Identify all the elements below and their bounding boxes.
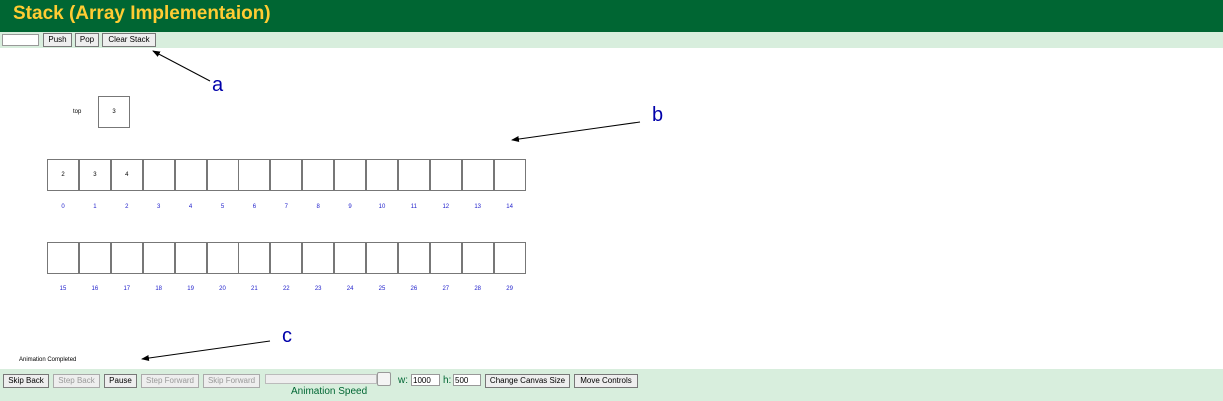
header-bar: Stack (Array Implementaion) bbox=[0, 0, 1223, 32]
page-title: Stack (Array Implementaion) bbox=[13, 3, 271, 24]
step-forward-button[interactable]: Step Forward bbox=[141, 374, 199, 388]
array-index-label: 18 bbox=[155, 286, 163, 292]
array-index-label: 20 bbox=[219, 286, 226, 292]
array-cell bbox=[366, 242, 398, 274]
pause-button[interactable]: Pause bbox=[104, 374, 137, 388]
array-cell bbox=[334, 242, 367, 274]
array-index-label: 25 bbox=[378, 286, 386, 292]
array-cell bbox=[238, 242, 271, 274]
array-index-label: 23 bbox=[314, 286, 322, 292]
array-index-label: 19 bbox=[187, 286, 194, 292]
height-label: h: bbox=[443, 375, 452, 386]
change-canvas-size-button[interactable]: Change Canvas Size bbox=[485, 374, 570, 388]
top-label: top bbox=[73, 109, 82, 115]
step-back-button[interactable]: Step Back bbox=[53, 374, 100, 388]
pop-button[interactable]: Pop bbox=[75, 33, 99, 47]
array-cell bbox=[429, 242, 462, 274]
array-cell bbox=[174, 159, 207, 191]
array-index-label: 13 bbox=[474, 204, 482, 210]
array-index-label: 1 bbox=[93, 204, 97, 210]
array-cell bbox=[270, 242, 303, 274]
array-cell: 4 bbox=[110, 159, 143, 191]
array-index-label: 22 bbox=[282, 286, 290, 292]
array-cell: 2 bbox=[47, 159, 79, 191]
canvas-width-input[interactable] bbox=[411, 374, 440, 386]
array-cell bbox=[174, 242, 207, 274]
array-cell bbox=[302, 242, 335, 274]
algorithm-toolbar: Push Pop Clear Stack bbox=[0, 32, 1223, 48]
array-cell bbox=[47, 242, 79, 274]
status-text: Animation Completed bbox=[19, 357, 77, 363]
array-index-label: 2 bbox=[125, 204, 129, 210]
animation-speed-label: Animation Speed bbox=[291, 386, 368, 397]
array-index-label: 29 bbox=[506, 286, 513, 292]
array-index-label: 9 bbox=[348, 204, 352, 210]
array-cell bbox=[238, 159, 271, 191]
array-index-label: 15 bbox=[59, 286, 67, 292]
array-cell bbox=[110, 242, 143, 274]
array-index-label: 6 bbox=[252, 204, 257, 210]
array-cell bbox=[429, 159, 462, 191]
skip-back-button[interactable]: Skip Back bbox=[3, 374, 49, 388]
array-index-label: 24 bbox=[346, 286, 354, 292]
skip-forward-button[interactable]: Skip Forward bbox=[203, 374, 260, 388]
animation-controls: Skip Back Step Back Pause Step Forward S… bbox=[0, 369, 1223, 401]
array-cell bbox=[270, 159, 303, 191]
array-cell bbox=[142, 242, 175, 274]
array-cell bbox=[302, 159, 335, 191]
array-cell bbox=[493, 242, 526, 274]
array-cell bbox=[334, 159, 367, 191]
array-index-label: 0 bbox=[61, 204, 65, 210]
array-index-label: 16 bbox=[91, 286, 99, 292]
array-cell bbox=[397, 159, 430, 191]
array-index-label: 27 bbox=[442, 286, 450, 292]
array-cell bbox=[142, 159, 175, 191]
array-index-label: 26 bbox=[410, 286, 418, 292]
array-cell bbox=[206, 242, 239, 274]
array-index-label: 5 bbox=[220, 204, 225, 210]
annotation-c: c bbox=[282, 325, 292, 347]
array-cell bbox=[461, 159, 494, 191]
array-index-label: 11 bbox=[410, 204, 417, 210]
array-index-label: 4 bbox=[188, 204, 193, 210]
array-cell bbox=[461, 242, 494, 274]
annotation-a: a bbox=[212, 74, 224, 96]
array-cell bbox=[206, 159, 239, 191]
clear-stack-button[interactable]: Clear Stack bbox=[102, 33, 156, 47]
array-index-label: 14 bbox=[506, 204, 513, 210]
canvas-height-input[interactable] bbox=[453, 374, 481, 386]
array-index-label: 17 bbox=[123, 286, 131, 292]
width-label: w: bbox=[398, 375, 408, 386]
value-input[interactable] bbox=[2, 34, 39, 46]
animation-speed-slider[interactable] bbox=[265, 374, 377, 384]
top-pointer-box: 3 bbox=[98, 96, 130, 128]
array-index-label: 7 bbox=[284, 204, 288, 210]
array-cell bbox=[397, 242, 430, 274]
array-index-label: 12 bbox=[442, 204, 450, 210]
array-index-label: 3 bbox=[157, 204, 161, 210]
array-cell bbox=[493, 159, 526, 191]
array-index-label: 10 bbox=[378, 204, 386, 210]
array-cell bbox=[78, 242, 111, 274]
array-index-label: 8 bbox=[316, 204, 320, 210]
animation-canvas: top 3 2 0 3 1 4 2 3 4 5 6 7 8 9 10 11 12 13 14 15 16 17 18 19… bbox=[0, 48, 1223, 369]
array-index-label: 28 bbox=[474, 286, 482, 292]
push-button[interactable]: Push bbox=[43, 33, 72, 47]
array-cell: 3 bbox=[78, 159, 111, 191]
array-cell bbox=[366, 159, 398, 191]
array-index-label: 21 bbox=[251, 286, 258, 292]
slider-thumb[interactable] bbox=[377, 372, 391, 386]
move-controls-button[interactable]: Move Controls bbox=[574, 374, 638, 388]
annotation-b: b bbox=[652, 104, 664, 126]
